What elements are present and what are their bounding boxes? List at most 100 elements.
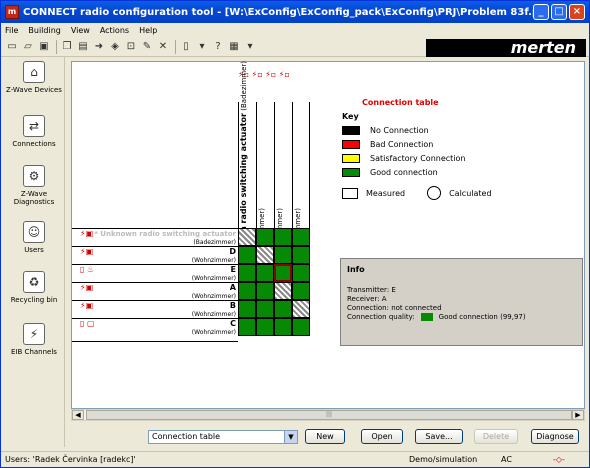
radio-transmitter-icon: ⚡▫	[278, 70, 290, 79]
matrix-cell[interactable]	[256, 318, 274, 336]
menu-file[interactable]: File	[5, 26, 18, 35]
scroll-thumb[interactable]: |||	[86, 410, 572, 420]
arrow-right-icon[interactable]: ➜	[92, 40, 106, 54]
matrix-cell[interactable]	[238, 282, 256, 300]
sidebar-item-label: Z-Wave Devices	[6, 86, 62, 94]
legend-item: Satisfactory Connection	[342, 154, 466, 163]
dropdown-arrow-icon[interactable]: ▾	[243, 40, 257, 54]
device-icon[interactable]: ▯	[179, 40, 193, 54]
legend-item: Good connection	[342, 168, 438, 177]
copy-icon[interactable]: ❐	[60, 40, 74, 54]
radio-actuator-icon: ⚡▣	[80, 229, 94, 238]
sidebar-item-z-wave-diagnostics[interactable]: ⚙ Z-Wave Diagnostics	[3, 165, 65, 206]
connection-status-icon: -◇-	[553, 455, 565, 464]
calculated-circle-icon	[427, 186, 442, 200]
sidebar-item-recycling-bin[interactable]: ♻ Recycling bin	[3, 271, 65, 304]
legend-measured-calculated: Measured Calculated	[342, 186, 492, 200]
open-button[interactable]: Open	[361, 429, 403, 444]
legend-calculated-label: Calculated	[449, 188, 492, 198]
brand-logo: merten	[426, 39, 586, 57]
matrix-cell[interactable]	[238, 318, 256, 336]
chevron-down-icon[interactable]: ▼	[284, 431, 297, 443]
status-bar: Users: 'Radek Červinka [radekc]' Demo/si…	[1, 451, 589, 467]
legend-item: Bad Connection	[342, 140, 433, 149]
edit-icon[interactable]: ✎	[140, 40, 154, 54]
info-connection: Connection: not connected	[347, 304, 442, 312]
new-button[interactable]: New	[305, 429, 345, 444]
sidebar: ⌂ Z-Wave Devices ⇄ Connections ⚙ Z-Wave …	[3, 57, 65, 447]
matrix-cell[interactable]	[256, 282, 274, 300]
scroll-right-icon[interactable]: ▶	[572, 410, 584, 420]
row-name: C	[230, 319, 236, 328]
legend-swatch	[342, 126, 360, 135]
sidebar-item-z-wave-devices[interactable]: ⌂ Z-Wave Devices	[3, 61, 65, 94]
maximize-button[interactable]: □	[551, 4, 567, 20]
sidebar-item-label: EIB Channels	[11, 348, 57, 356]
paste-icon[interactable]: ▤	[76, 40, 90, 54]
measured-square-icon	[342, 187, 358, 199]
matrix-cell[interactable]	[238, 300, 256, 318]
table-row[interactable]: ▯ ▢ C (Wohnzimmer)	[72, 318, 238, 342]
diagnose-button[interactable]: Diagnose	[531, 429, 579, 444]
row-name: B	[229, 301, 236, 310]
close-button[interactable]: ×	[569, 4, 585, 20]
save-icon[interactable]: ▣	[37, 40, 51, 54]
bottom-bar: Connection table ▼ New Open Save... Dele…	[1, 425, 589, 449]
eib-channels-icon: ⚡	[23, 323, 45, 345]
matrix-cell[interactable]	[292, 264, 310, 282]
connect-icon[interactable]: ◈	[108, 40, 122, 54]
radio-actuator-icon: ⚡▣	[80, 283, 94, 292]
matrix-cell[interactable]	[292, 318, 310, 336]
matrix-cell-self	[238, 228, 256, 246]
dropdown-arrow-icon[interactable]: ▾	[195, 40, 209, 54]
menu-view[interactable]: View	[71, 26, 90, 35]
open-folder-icon[interactable]: ▱	[21, 40, 35, 54]
save-button[interactable]: Save...	[415, 429, 463, 444]
matrix-cell[interactable]	[274, 300, 292, 318]
radio-actuator-icon: ⚡▣	[80, 301, 94, 310]
sidebar-item-connections[interactable]: ⇄ Connections	[3, 115, 65, 148]
legend-key-label: Key	[342, 112, 359, 121]
minimize-button[interactable]: _	[533, 4, 549, 20]
menu-help[interactable]: Help	[139, 26, 157, 35]
sidebar-item-users[interactable]: ☺ Users	[3, 221, 65, 254]
sidebar-item-eib-channels[interactable]: ⚡ EIB Channels	[3, 323, 65, 356]
delete-x-icon[interactable]: ✕	[156, 40, 170, 54]
diagnostics-icon[interactable]: ▦	[227, 40, 241, 54]
matrix-cell[interactable]	[256, 264, 274, 282]
sidebar-item-label: Connections	[12, 140, 56, 148]
matrix-cell[interactable]	[238, 246, 256, 264]
menu-building[interactable]: Building	[28, 26, 60, 35]
matrix-cell[interactable]	[292, 246, 310, 264]
matrix-cell[interactable]	[292, 282, 310, 300]
matrix-cell[interactable]	[274, 246, 292, 264]
menu-actions[interactable]: Actions	[100, 26, 129, 35]
info-receiver: Receiver: A	[347, 295, 387, 303]
matrix-cell[interactable]	[256, 300, 274, 318]
horizontal-scrollbar[interactable]: ◀ ||| ▶	[71, 409, 585, 421]
matrix-cell[interactable]	[238, 264, 256, 282]
row-name: E	[230, 265, 236, 274]
legend-swatch	[342, 154, 360, 163]
new-file-icon[interactable]: ▭	[5, 40, 19, 54]
matrix-cell[interactable]	[274, 228, 292, 246]
zoom-icon[interactable]: ⊡	[124, 40, 138, 54]
matrix-cell[interactable]	[256, 228, 274, 246]
view-select[interactable]: Connection table ▼	[148, 430, 298, 444]
matrix-cell[interactable]	[292, 228, 310, 246]
row-name: * Unknown radio switching actuator	[94, 230, 236, 238]
connection-table-canvas[interactable]: ⚡▫ ⚡▫ ⚡▫ ⚡▫ Unknown radio switching actu…	[71, 61, 585, 409]
help-icon[interactable]: ?	[211, 40, 225, 54]
scroll-left-icon[interactable]: ◀	[72, 410, 84, 420]
legend-title: Connection table	[362, 98, 439, 107]
menu-bar: File Building View Actions Help	[1, 23, 589, 37]
radio-transmitter-icon: ⚡▫	[265, 70, 277, 79]
sidebar-item-label: Recycling bin	[10, 296, 58, 304]
matrix-cell-selected[interactable]	[274, 264, 292, 282]
matrix-cell[interactable]	[274, 318, 292, 336]
column-room: (Badezimmer)	[240, 60, 248, 111]
recycling-bin-icon: ♻	[23, 271, 45, 293]
title-bar[interactable]: m CONNECT radio configuration tool - [W:…	[1, 1, 589, 23]
delete-button[interactable]: Delete	[474, 429, 518, 444]
status-user: Users: 'Radek Červinka [radekc]'	[5, 455, 136, 464]
